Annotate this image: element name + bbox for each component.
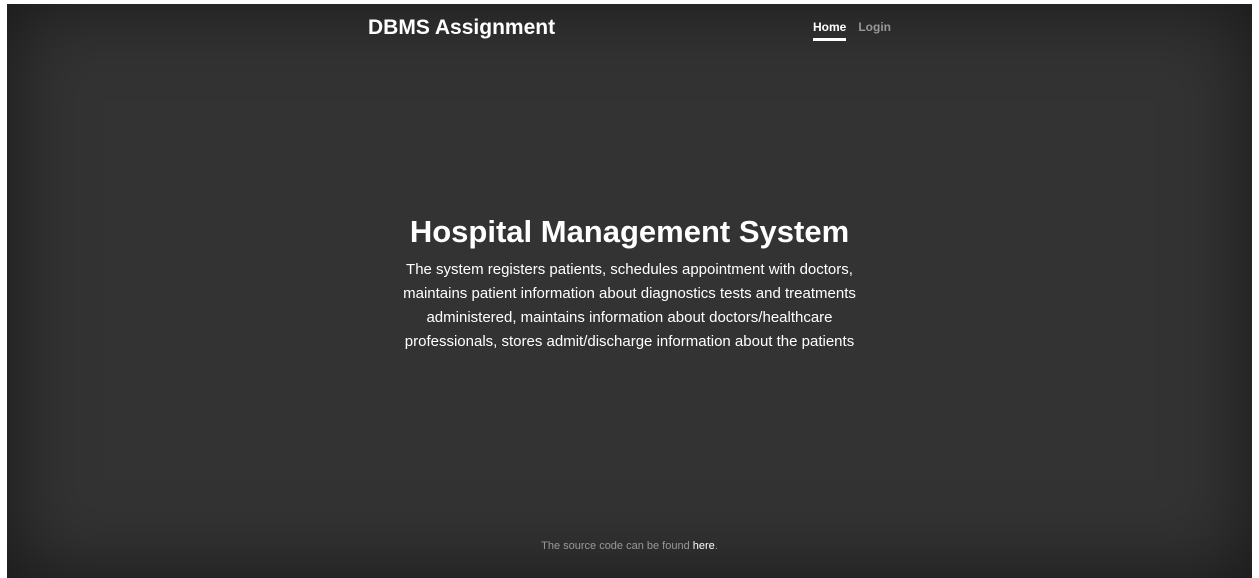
nav-home-link[interactable]: Home xyxy=(813,20,847,41)
nav-login-link[interactable]: Login xyxy=(858,20,891,41)
page-cover: DBMS Assignment Home Login Hospital Mana… xyxy=(7,4,1252,578)
footer-text: The source code can be found xyxy=(541,540,693,552)
masthead: DBMS Assignment Home Login xyxy=(368,4,891,52)
footer-period: . xyxy=(714,540,718,552)
cover-content: Hospital Management System The system re… xyxy=(7,214,1252,354)
main-nav: Home Login xyxy=(813,20,891,41)
source-code-link[interactable]: here xyxy=(693,540,715,552)
page-title: Hospital Management System xyxy=(409,214,850,249)
description-text: The system registers patients, schedules… xyxy=(403,261,856,350)
footer: The source code can be found here. xyxy=(7,540,1252,552)
brand-title: DBMS Assignment xyxy=(368,16,556,39)
